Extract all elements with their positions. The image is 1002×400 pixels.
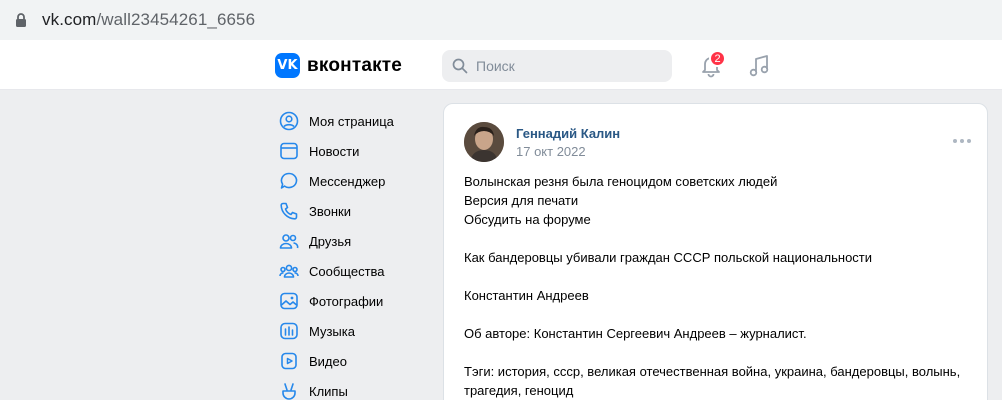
music-note-icon[interactable] bbox=[747, 53, 771, 79]
search-box[interactable] bbox=[442, 50, 672, 82]
site-header: VK вконтакте 2 bbox=[0, 40, 1002, 90]
author-avatar[interactable] bbox=[464, 122, 504, 162]
sidebar-item-clips[interactable]: Клипы bbox=[274, 376, 434, 400]
phone-icon bbox=[280, 202, 298, 220]
vk-logo-icon: VK bbox=[275, 53, 300, 78]
post-line: Тэги: история, ссср, великая отечественн… bbox=[464, 364, 961, 379]
post-line-blank bbox=[464, 305, 974, 324]
video-icon bbox=[281, 352, 297, 370]
lock-icon bbox=[16, 13, 26, 27]
sidebar-nav: Моя страница Новости Мессенджер Звонки Д… bbox=[274, 106, 434, 400]
sidebar-item-label: Фотографии bbox=[309, 293, 384, 309]
url-host: vk.com bbox=[42, 10, 97, 29]
sidebar-item-video[interactable]: Видео bbox=[274, 346, 434, 376]
news-icon bbox=[280, 142, 298, 160]
sidebar-item-label: Сообщества bbox=[309, 263, 385, 279]
sidebar-item-label: Моя страница bbox=[309, 113, 394, 129]
post-line: Об авторе: Константин Сергеевич Андреев … bbox=[464, 326, 807, 341]
post-line: Волынская резня была геноцидом советских… bbox=[464, 174, 778, 189]
sidebar-item-label: Мессенджер bbox=[309, 173, 386, 189]
post-line-blank bbox=[464, 267, 974, 286]
post-line-blank bbox=[464, 229, 974, 248]
search-input[interactable] bbox=[476, 50, 666, 82]
address-bar[interactable]: vk.com/wall23454261_6656 bbox=[0, 0, 1002, 40]
post-line: Обсудить на форуме bbox=[464, 212, 591, 227]
communities-icon bbox=[279, 264, 299, 278]
sidebar-item-label: Клипы bbox=[309, 383, 348, 399]
sidebar-item-calls[interactable]: Звонки bbox=[274, 196, 434, 226]
search-icon bbox=[452, 58, 468, 74]
more-dots-icon[interactable] bbox=[952, 138, 972, 144]
sidebar-item-communities[interactable]: Сообщества bbox=[274, 256, 434, 286]
user-circle-icon bbox=[279, 111, 299, 131]
wall-post: Геннадий Калин 17 окт 2022 Волынская рез… bbox=[443, 103, 988, 400]
sidebar-item-messenger[interactable]: Мессенджер bbox=[274, 166, 434, 196]
url-path: /wall23454261_6656 bbox=[96, 10, 256, 29]
sidebar-item-label: Звонки bbox=[309, 203, 351, 219]
sidebar-item-friends[interactable]: Друзья bbox=[274, 226, 434, 256]
message-bubble-icon bbox=[280, 172, 298, 189]
sidebar-item-label: Друзья bbox=[309, 233, 352, 249]
friends-icon bbox=[279, 234, 299, 249]
photo-icon bbox=[280, 292, 298, 310]
vk-logo[interactable]: VK вконтакте bbox=[275, 53, 402, 78]
sidebar-item-news[interactable]: Новости bbox=[274, 136, 434, 166]
sidebar-item-label: Музыка bbox=[309, 323, 355, 339]
sidebar-item-my-page[interactable]: Моя страница bbox=[274, 106, 434, 136]
post-date[interactable]: 17 окт 2022 bbox=[516, 144, 586, 159]
post-body: Волынская резня была геноцидом советских… bbox=[464, 172, 974, 400]
sidebar-item-label: Видео bbox=[309, 353, 347, 369]
notification-badge: 2 bbox=[709, 50, 726, 67]
post-line: Как бандеровцы убивали граждан СССР поль… bbox=[464, 250, 873, 265]
avatar-photo bbox=[464, 122, 504, 162]
music-icon bbox=[280, 322, 298, 340]
sidebar-item-music[interactable]: Музыка bbox=[274, 316, 434, 346]
post-line-blank bbox=[464, 343, 974, 362]
post-line: трагедия, геноцид bbox=[464, 383, 574, 398]
clips-icon bbox=[282, 383, 296, 400]
post-line: Константин Андреев bbox=[464, 288, 589, 303]
post-line: Версия для печати bbox=[464, 193, 579, 208]
sidebar-item-label: Новости bbox=[309, 143, 360, 159]
post-author[interactable]: Геннадий Калин bbox=[516, 126, 620, 141]
sidebar-item-photos[interactable]: Фотографии bbox=[274, 286, 434, 316]
url-text[interactable]: vk.com/wall23454261_6656 bbox=[42, 10, 255, 30]
logo-text: вконтакте bbox=[307, 54, 403, 76]
